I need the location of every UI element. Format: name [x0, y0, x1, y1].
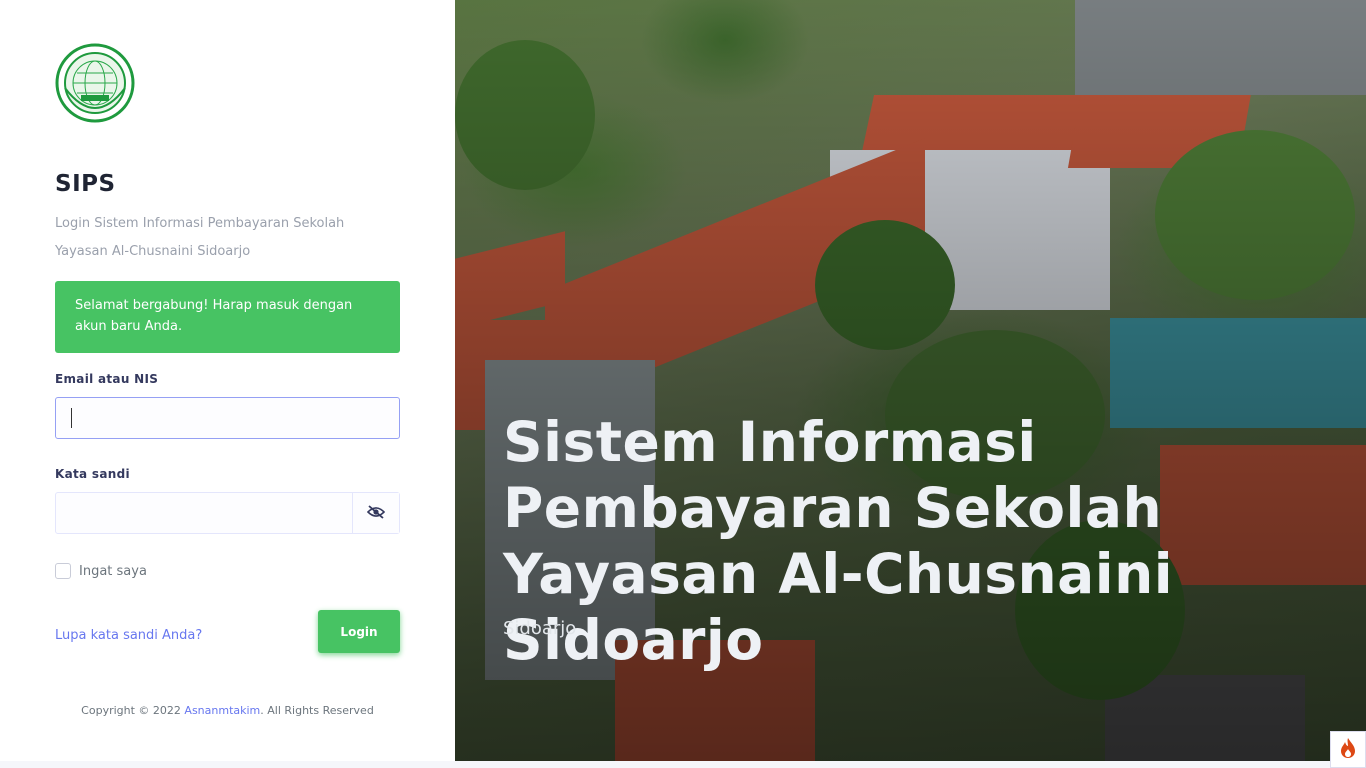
app-title: SIPS [55, 171, 116, 197]
password-input[interactable] [56, 493, 352, 533]
logo [55, 43, 135, 123]
email-input[interactable] [55, 397, 400, 439]
hero-background: Sistem Informasi Pembayaran Sekolah Yaya… [455, 0, 1366, 761]
footer: Copyright © 2022 Asnanmtakim. All Rights… [0, 704, 455, 717]
remember-label: Ingat saya [79, 563, 147, 579]
eye-slash-icon [366, 504, 386, 523]
login-button[interactable]: Login [318, 610, 400, 653]
flame-icon [1339, 737, 1357, 763]
password-label: Kata sandi [55, 467, 130, 481]
remember-checkbox[interactable] [55, 563, 71, 579]
text-caret [71, 408, 72, 428]
forgot-password-link[interactable]: Lupa kata sandi Anda? [55, 628, 202, 643]
login-subtitle: Login Sistem Informasi Pembayaran Sekola… [55, 216, 345, 259]
success-alert: Selamat bergabung! Harap masuk dengan ak… [55, 281, 400, 353]
password-field-group [55, 492, 400, 534]
footer-prefix: Copyright © 2022 [81, 704, 181, 717]
footer-author-link[interactable]: Asnanmtakim [184, 704, 260, 717]
hero-subtitle: Sidoarjo [503, 618, 577, 639]
debug-toolbar-button[interactable] [1330, 731, 1366, 768]
remember-me[interactable]: Ingat saya [55, 563, 147, 579]
footer-suffix: . All Rights Reserved [260, 704, 374, 717]
login-panel: SIPS Login Sistem Informasi Pembayaran S… [0, 0, 455, 761]
toggle-password-button[interactable] [352, 493, 399, 533]
email-label: Email atau NIS [55, 372, 159, 386]
hero-title: Sistem Informasi Pembayaran Sekolah Yaya… [503, 410, 1174, 672]
